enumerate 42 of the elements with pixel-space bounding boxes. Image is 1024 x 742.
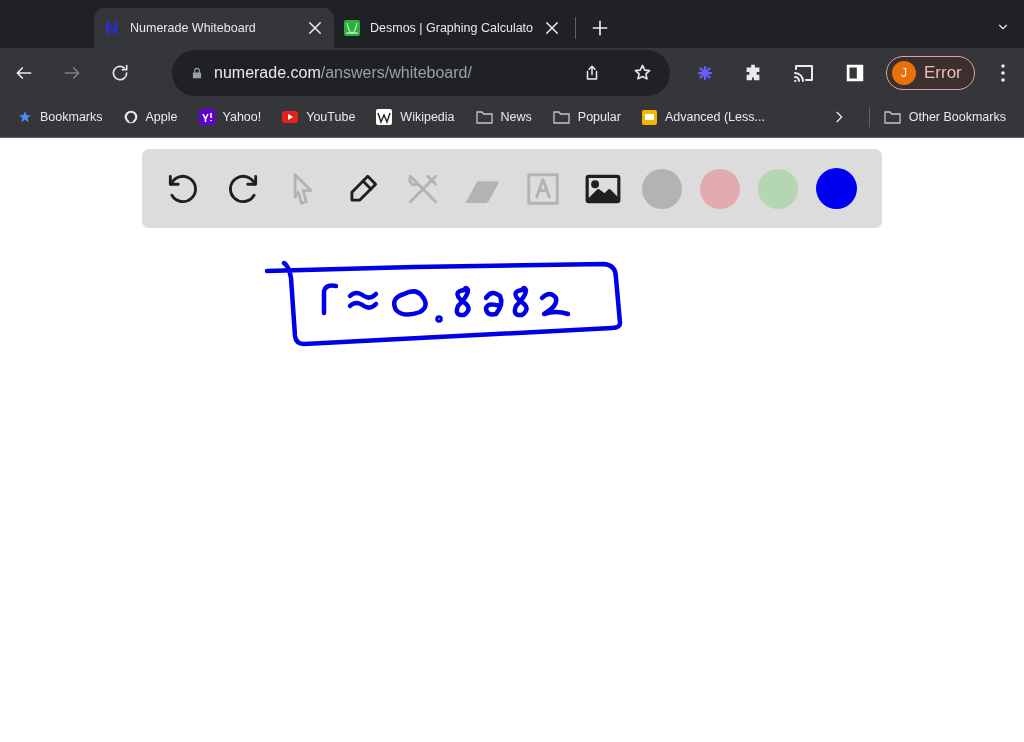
graph-logo-icon [344,20,360,36]
bookmark-link[interactable]: News [475,110,532,124]
bookmark-link[interactable]: Bookmarks [18,110,103,124]
bookmark-link[interactable]: YouTube [282,110,356,124]
folder-icon [475,110,493,124]
folder-icon [552,110,570,124]
browser-tab[interactable]: Desmos | Graphing Calculato [334,8,572,48]
lock-icon [190,65,204,80]
n-logo-icon [104,20,120,36]
url-text: numerade.com/answers/whiteboard/ [214,63,473,82]
color-swatch[interactable] [700,168,740,209]
yahoo-logo-icon [198,109,215,125]
globe-icon [123,110,138,124]
bookmark-link[interactable]: Wikipedia [376,109,455,125]
menu-button[interactable] [1000,63,1005,82]
more-icon [1000,63,1005,82]
browser-tab[interactable]: Numerade Whiteboard [94,8,334,48]
bookmark-link[interactable]: Advanced (Less... [641,109,765,125]
slides-icon [641,109,657,125]
address-bar[interactable]: numerade.com/answers/whiteboard/ [172,49,670,96]
w-logo-icon [376,109,393,125]
color-swatch[interactable] [816,168,857,209]
extension-button[interactable] [696,63,714,82]
star-icon [633,63,652,82]
tab-title: Numerade Whiteboard [130,21,257,35]
color-swatch[interactable] [642,168,682,209]
star-icon [18,110,32,124]
close-icon [306,19,324,37]
play-logo-icon [282,111,299,123]
other-bookmarks-link[interactable]: Other Bookmarks [883,110,1006,124]
bookmark-link[interactable]: Popular [552,110,621,124]
folder-icon [883,110,901,124]
bookmark-link[interactable]: Yahoo! [198,109,262,125]
asterisk-icon [696,63,714,82]
bookmark-star-button[interactable] [633,63,652,82]
reload-icon [110,62,130,83]
bookmark-link[interactable]: Apple [123,110,178,124]
avatar: J [892,60,916,85]
profile-button[interactable]: J Error [886,55,975,90]
color-swatch[interactable] [758,168,798,209]
close-tab-button[interactable] [306,19,324,37]
tab-title: Desmos | Graphing Calculato [370,21,534,35]
